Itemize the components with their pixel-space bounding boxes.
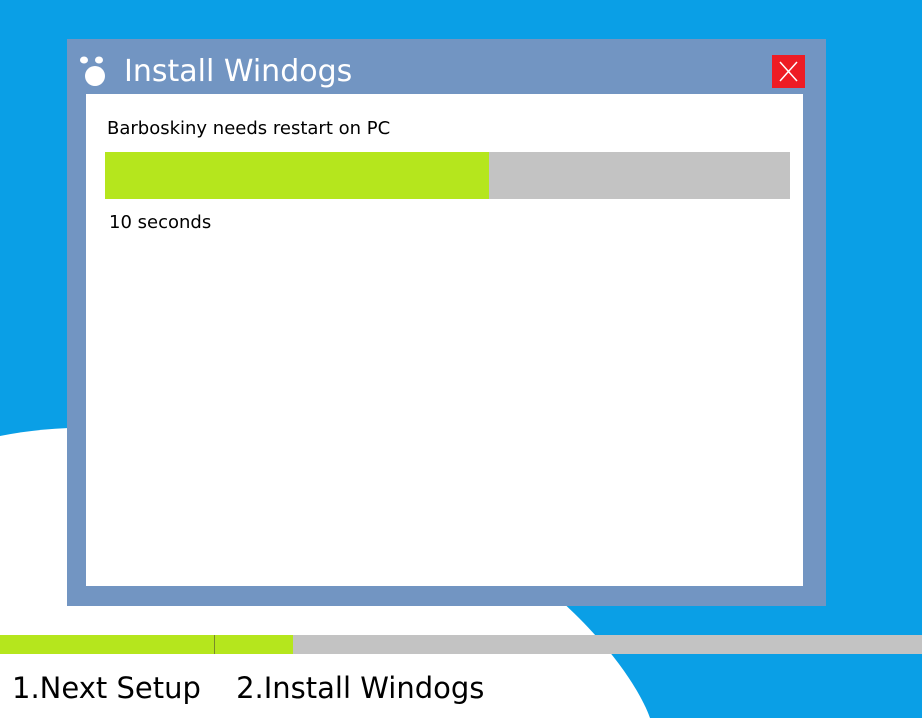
- step-divider: [214, 635, 215, 654]
- window-title: Install Windogs: [124, 54, 353, 89]
- step-next-setup: 1.Next Setup: [12, 671, 201, 705]
- paw-icon: [79, 56, 109, 86]
- countdown-text: 10 seconds: [109, 212, 212, 233]
- title-bar: Install Windogs: [67, 39, 826, 94]
- setup-steps-progress-bar: [0, 635, 922, 654]
- setup-steps-progress-fill: [0, 635, 294, 654]
- restart-message: Barboskiny needs restart on PC: [107, 118, 391, 139]
- restart-progress-fill: [105, 152, 489, 199]
- dialog-content: Barboskiny needs restart on PC 10 second…: [86, 94, 803, 586]
- close-icon: [779, 61, 798, 82]
- restart-progress-bar: [105, 152, 790, 199]
- setup-steps: 1.Next Setup 2.Install Windogs: [12, 668, 484, 712]
- desktop: Install Windogs Barboskiny needs restart…: [0, 0, 922, 718]
- installer-dialog: Install Windogs Barboskiny needs restart…: [67, 39, 826, 606]
- close-button[interactable]: [772, 55, 805, 88]
- step-install-windogs: 2.Install Windogs: [236, 671, 485, 705]
